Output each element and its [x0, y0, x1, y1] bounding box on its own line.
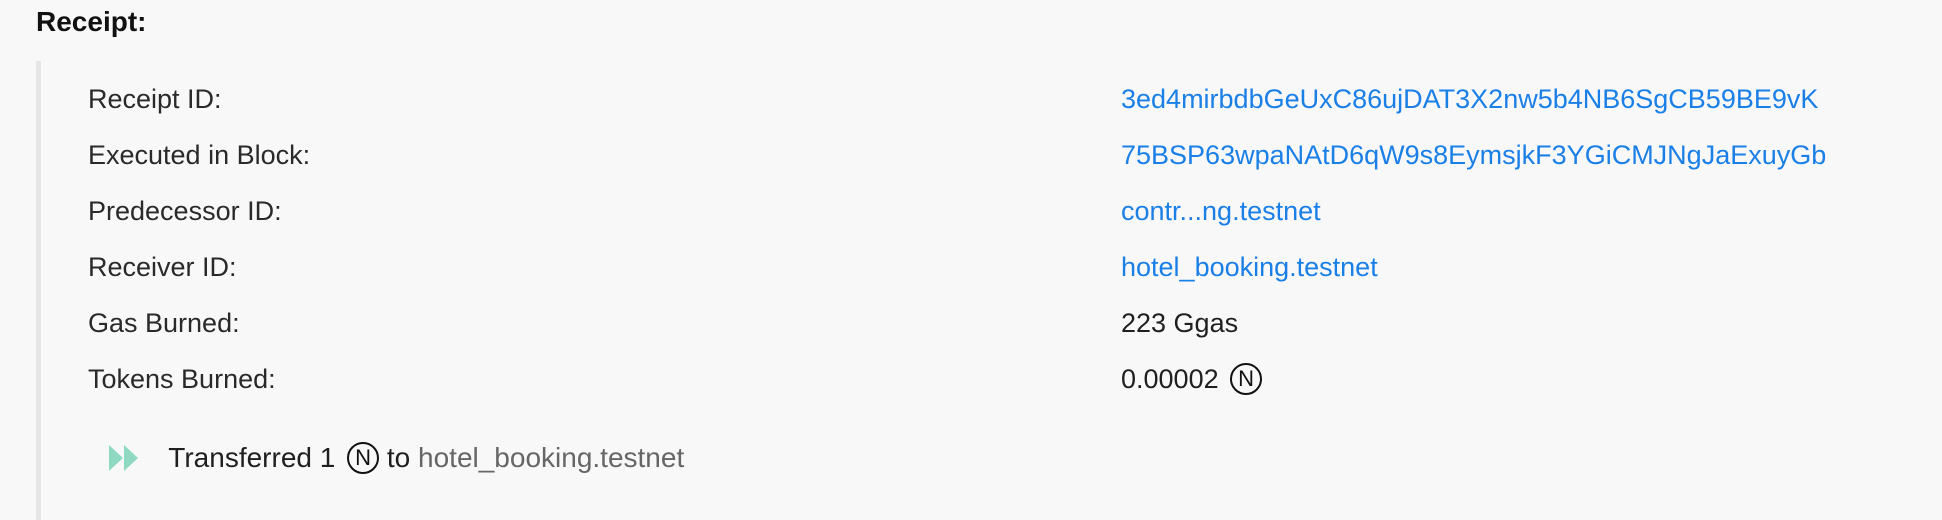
transfer-receiver-account: hotel_booking.testnet: [418, 442, 685, 473]
gas-burned-value: 223 Ggas: [1121, 308, 1239, 338]
transfer-action-to: to: [386, 442, 411, 473]
tokens-burned-label: Tokens Burned:: [88, 364, 276, 394]
predecessor-id-label: Predecessor ID:: [88, 196, 282, 226]
executed-block-link[interactable]: 75BSP63wpaNAtD6qW9s8EymsjkF3YGiCMJNgJaEx…: [1121, 135, 1826, 175]
gas-burned-row: Gas Burned: 223 Ggas: [41, 303, 1931, 343]
receiver-id-link[interactable]: hotel_booking.testnet: [1121, 247, 1378, 287]
transfer-action-prefix: Transferred 1: [168, 442, 336, 473]
receipt-title: Receipt:: [36, 6, 147, 37]
receipt-panel: Receipt ID: 3ed4mirbdbGeUxC86ujDAT3X2nw5…: [36, 61, 1931, 520]
executed-block-row: Executed in Block: 75BSP63wpaNAtD6qW9s8E…: [41, 135, 1931, 175]
tokens-burned-value: 0.00002: [1121, 364, 1219, 394]
near-token-icon: N: [347, 441, 380, 474]
predecessor-id-link[interactable]: contr...ng.testnet: [1121, 191, 1321, 231]
predecessor-id-row: Predecessor ID: contr...ng.testnet: [41, 191, 1931, 231]
executed-block-label: Executed in Block:: [88, 140, 311, 170]
gas-burned-label: Gas Burned:: [88, 308, 240, 338]
double-arrow-icon: [109, 444, 138, 471]
receiver-id-label: Receiver ID:: [88, 252, 237, 282]
transfer-action: Transferred 1 N to hotel_booking.testnet: [107, 438, 684, 478]
receipt-id-label: Receipt ID:: [88, 84, 222, 114]
receipt-id-link[interactable]: 3ed4mirbdbGeUxC86ujDAT3X2nw5b4NB6SgCB59B…: [1121, 79, 1818, 119]
tokens-burned-row: Tokens Burned: 0.00002 N: [41, 359, 1931, 399]
tokens-burned-value-wrap: 0.00002 N: [1121, 359, 1263, 399]
receiver-id-row: Receiver ID: hotel_booking.testnet: [41, 247, 1931, 287]
receipt-id-row: Receipt ID: 3ed4mirbdbGeUxC86ujDAT3X2nw5…: [41, 79, 1931, 119]
near-token-icon: N: [1230, 362, 1263, 395]
